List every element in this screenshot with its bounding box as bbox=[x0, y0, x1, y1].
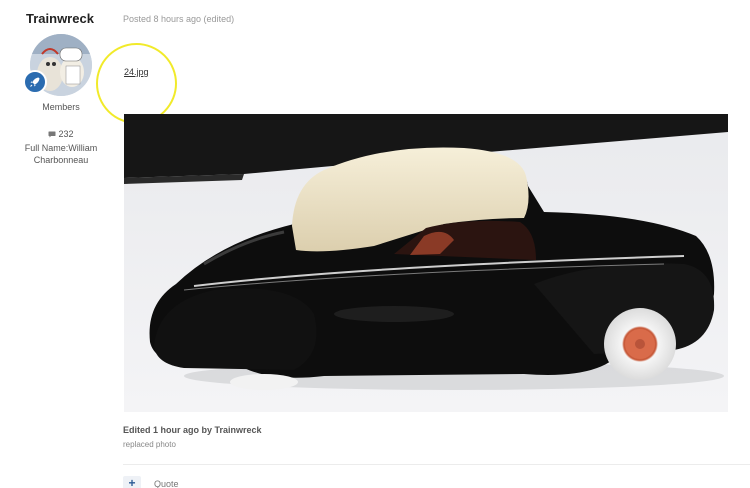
edit-reason: replaced photo bbox=[123, 440, 176, 449]
author-name[interactable]: Trainwreck bbox=[26, 11, 94, 26]
post-timestamp[interactable]: Posted 8 hours ago (edited) bbox=[123, 14, 234, 24]
member-group-label: Members bbox=[42, 102, 80, 112]
car-photo bbox=[124, 114, 728, 412]
rank-badge bbox=[23, 70, 47, 94]
post-count-value: 232 bbox=[58, 129, 74, 139]
rocket-icon bbox=[30, 77, 40, 87]
full-name-field: Full Name:William Charbonneau bbox=[14, 142, 108, 166]
comment-icon bbox=[48, 131, 56, 137]
attachment-link[interactable]: 24.jpg bbox=[124, 67, 149, 77]
highlight-annotation bbox=[96, 43, 177, 124]
divider bbox=[123, 464, 750, 465]
add-button[interactable]: + bbox=[123, 476, 141, 488]
full-name-value: Charbonneau bbox=[33, 155, 89, 165]
full-name-label: Full Name:William bbox=[24, 143, 98, 153]
post-image[interactable] bbox=[124, 114, 728, 412]
post-count: 232 bbox=[30, 129, 92, 139]
avatar-container[interactable] bbox=[23, 34, 92, 96]
edited-by-note: Edited 1 hour ago by Trainwreck bbox=[123, 425, 262, 435]
quote-button[interactable]: Quote bbox=[154, 479, 179, 488]
